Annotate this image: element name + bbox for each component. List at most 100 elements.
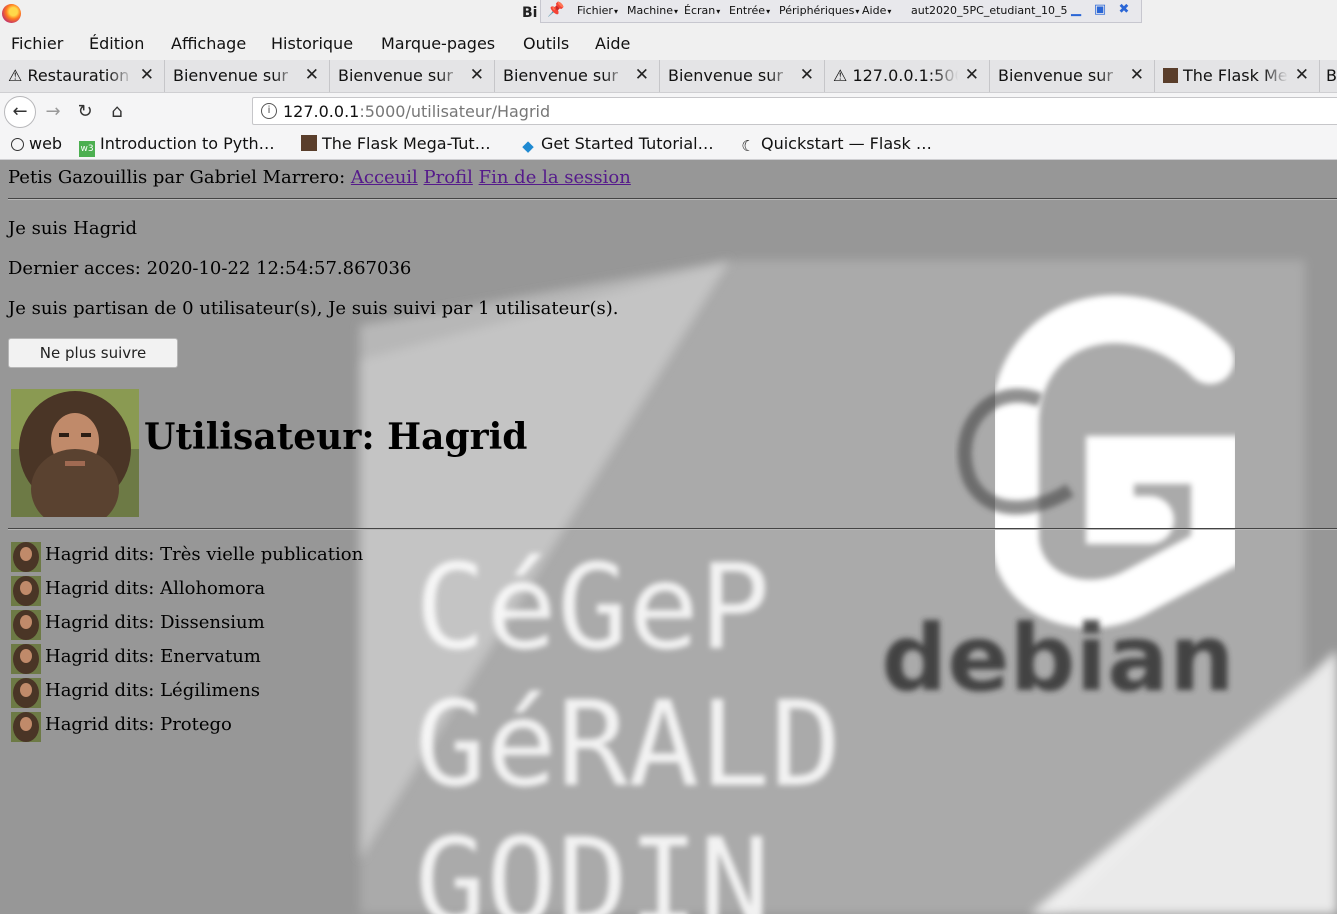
bookmark-web[interactable]: web	[11, 134, 62, 153]
tab-label: Bienvenue sur	[173, 66, 288, 85]
url-host: 127.0.0.1	[283, 102, 360, 121]
divider	[8, 528, 1337, 530]
close-tab-icon[interactable]: ✕	[305, 65, 319, 85]
vm-menu-aide[interactable]: Aide	[862, 4, 891, 17]
vm-name: aut2020_5PC_etudiant_10_5	[911, 4, 1068, 17]
warning-icon: ⚠	[8, 66, 28, 85]
tab-bienvenue-3[interactable]: Bienvenue sur ✕	[495, 60, 660, 92]
window-title-bar: Bi 📌 Fichier Machine Écran Entrée Périph…	[0, 0, 1337, 29]
menu-edition[interactable]: Édition	[89, 34, 144, 53]
close-tab-icon[interactable]: ✕	[140, 65, 154, 85]
nav-bar: ← → ↻ ⌂ i 127.0.0.1:5000/utilisateur/Hag…	[0, 93, 1337, 130]
window-title: Bi	[522, 5, 538, 21]
vm-menu-ecran[interactable]: Écran	[684, 4, 720, 17]
back-button[interactable]: ←	[4, 96, 36, 128]
follow-info: Je suis partisan de 0 utilisateur(s), Je…	[8, 298, 619, 319]
tab-label: 127.0.0.1:5000	[852, 66, 958, 85]
tab-bienvenue-2[interactable]: Bienvenue sur ✕	[330, 60, 495, 92]
link-acceuil[interactable]: Acceuil	[351, 167, 418, 188]
post-text: Hagrid dits: Protego	[45, 714, 232, 735]
post-avatar	[11, 576, 41, 606]
vm-menu-machine[interactable]: Machine	[627, 4, 678, 17]
tab-label: The Flask Me	[1183, 66, 1288, 85]
reload-button[interactable]: ↻	[70, 98, 100, 126]
site-title: Petis Gazouillis par Gabriel Marrero:	[8, 167, 346, 188]
tab-label: Bienvenue sur	[338, 66, 453, 85]
tab-label: Restauration	[27, 66, 130, 85]
close-tab-icon[interactable]: ✕	[1295, 65, 1309, 85]
bookmark-flask-quickstart[interactable]: ☾ Quickstart — Flask …	[740, 134, 932, 154]
vscode-icon: ◆	[522, 137, 534, 155]
url-path: :5000/utilisateur/Hagrid	[359, 102, 551, 121]
w3-icon: w3	[79, 141, 95, 157]
unfollow-button[interactable]: Ne plus suivre	[8, 338, 178, 368]
avatar	[11, 389, 139, 517]
close-tab-icon[interactable]: ✕	[470, 65, 484, 85]
menu-affichage[interactable]: Affichage	[171, 34, 246, 53]
bookmark-vscode[interactable]: ◆ Get Started Tutorial…	[520, 134, 713, 155]
vm-menu-entree[interactable]: Entrée	[729, 4, 770, 17]
globe-icon	[11, 138, 24, 151]
hagrid-avatar-image	[11, 389, 139, 517]
wallpaper-line-2: GéRALD	[415, 675, 841, 813]
post-avatar	[11, 644, 41, 674]
menu-fichier[interactable]: Fichier	[11, 34, 63, 53]
post-text: Hagrid dits: Allohomora	[45, 578, 266, 599]
home-button[interactable]: ⌂	[102, 98, 132, 126]
close-tab-icon[interactable]: ✕	[965, 65, 979, 85]
link-logout[interactable]: Fin de la session	[479, 167, 631, 188]
close-icon[interactable]: ✖	[1117, 3, 1131, 17]
menu-aide[interactable]: Aide	[595, 34, 630, 53]
bookmark-python-intro[interactable]: w3 Introduction to Pyth…	[79, 134, 275, 157]
post-text: Hagrid dits: Enervatum	[45, 646, 261, 667]
tab-bienvenue-4[interactable]: Bienvenue sur ✕	[660, 60, 825, 92]
firefox-icon	[2, 4, 21, 23]
forward-button[interactable]: →	[38, 98, 68, 126]
wallpaper-line-1: CéGeP	[415, 538, 770, 676]
pin-icon[interactable]: 📌	[547, 2, 564, 18]
post-text: Hagrid dits: Légilimens	[45, 680, 261, 701]
site-nav: Petis Gazouillis par Gabriel Marrero: Ac…	[8, 167, 631, 188]
menu-outils[interactable]: Outils	[523, 34, 569, 53]
about-me: Je suis Hagrid	[8, 218, 137, 239]
tab-label: Bienvenue sur	[998, 66, 1113, 85]
menu-bar: Fichier Édition Affichage Historique Mar…	[0, 28, 1337, 60]
post-text: Hagrid dits: Dissensium	[45, 612, 265, 633]
debian-wallpaper-text: debian	[881, 605, 1234, 712]
tab-bar: ⚠ Restauration ✕ Bienvenue sur ✕ Bienven…	[0, 60, 1337, 93]
close-tab-icon[interactable]: ✕	[800, 65, 814, 85]
minimize-icon[interactable]: ▁	[1069, 3, 1083, 17]
tab-label: B	[1326, 66, 1337, 85]
link-profil[interactable]: Profil	[424, 167, 473, 188]
divider	[8, 198, 1337, 200]
url-bar[interactable]: i 127.0.0.1:5000/utilisateur/Hagrid	[252, 97, 1337, 125]
virtualbox-toolbar: 📌 Fichier Machine Écran Entrée Périphéri…	[540, 0, 1142, 23]
hagrid-favicon	[301, 135, 317, 151]
menu-historique[interactable]: Historique	[271, 34, 353, 53]
warning-icon: ⚠	[833, 66, 853, 85]
page-content: debian CéGeP GéRALD GODIN Petis Gazouill…	[0, 160, 1337, 914]
close-tab-icon[interactable]: ✕	[635, 65, 649, 85]
vm-menu-peripheriques[interactable]: Périphériques	[779, 4, 859, 17]
tab-restauration[interactable]: ⚠ Restauration ✕	[0, 60, 165, 92]
last-seen: Dernier acces: 2020-10-22 12:54:57.86703…	[8, 258, 412, 279]
tab-flask-mega[interactable]: The Flask Me ✕	[1155, 60, 1320, 92]
page-title: Utilisateur: Hagrid	[144, 416, 528, 458]
close-tab-icon[interactable]: ✕	[1130, 65, 1144, 85]
tab-localhost[interactable]: ⚠ 127.0.0.1:5000 ✕	[825, 60, 990, 92]
tab-overflow[interactable]: B	[1320, 60, 1337, 92]
wallpaper-line-3: GODIN	[415, 812, 770, 914]
info-icon[interactable]: i	[261, 103, 277, 119]
bookmarks-bar: web w3 Introduction to Pyth… The Flask Me…	[0, 130, 1337, 160]
post-avatar	[11, 610, 41, 640]
tab-label: Bienvenue sur	[668, 66, 783, 85]
post-avatar	[11, 678, 41, 708]
restore-icon[interactable]: ▣	[1093, 3, 1107, 17]
tab-label: Bienvenue sur	[503, 66, 618, 85]
menu-marque-pages[interactable]: Marque-pages	[381, 34, 495, 53]
tab-bienvenue-1[interactable]: Bienvenue sur ✕	[165, 60, 330, 92]
vm-menu-fichier[interactable]: Fichier	[577, 4, 618, 17]
bookmark-flask-mega[interactable]: The Flask Mega-Tut…	[301, 134, 491, 153]
tab-bienvenue-5[interactable]: Bienvenue sur ✕	[990, 60, 1155, 92]
post-avatar	[11, 542, 41, 572]
